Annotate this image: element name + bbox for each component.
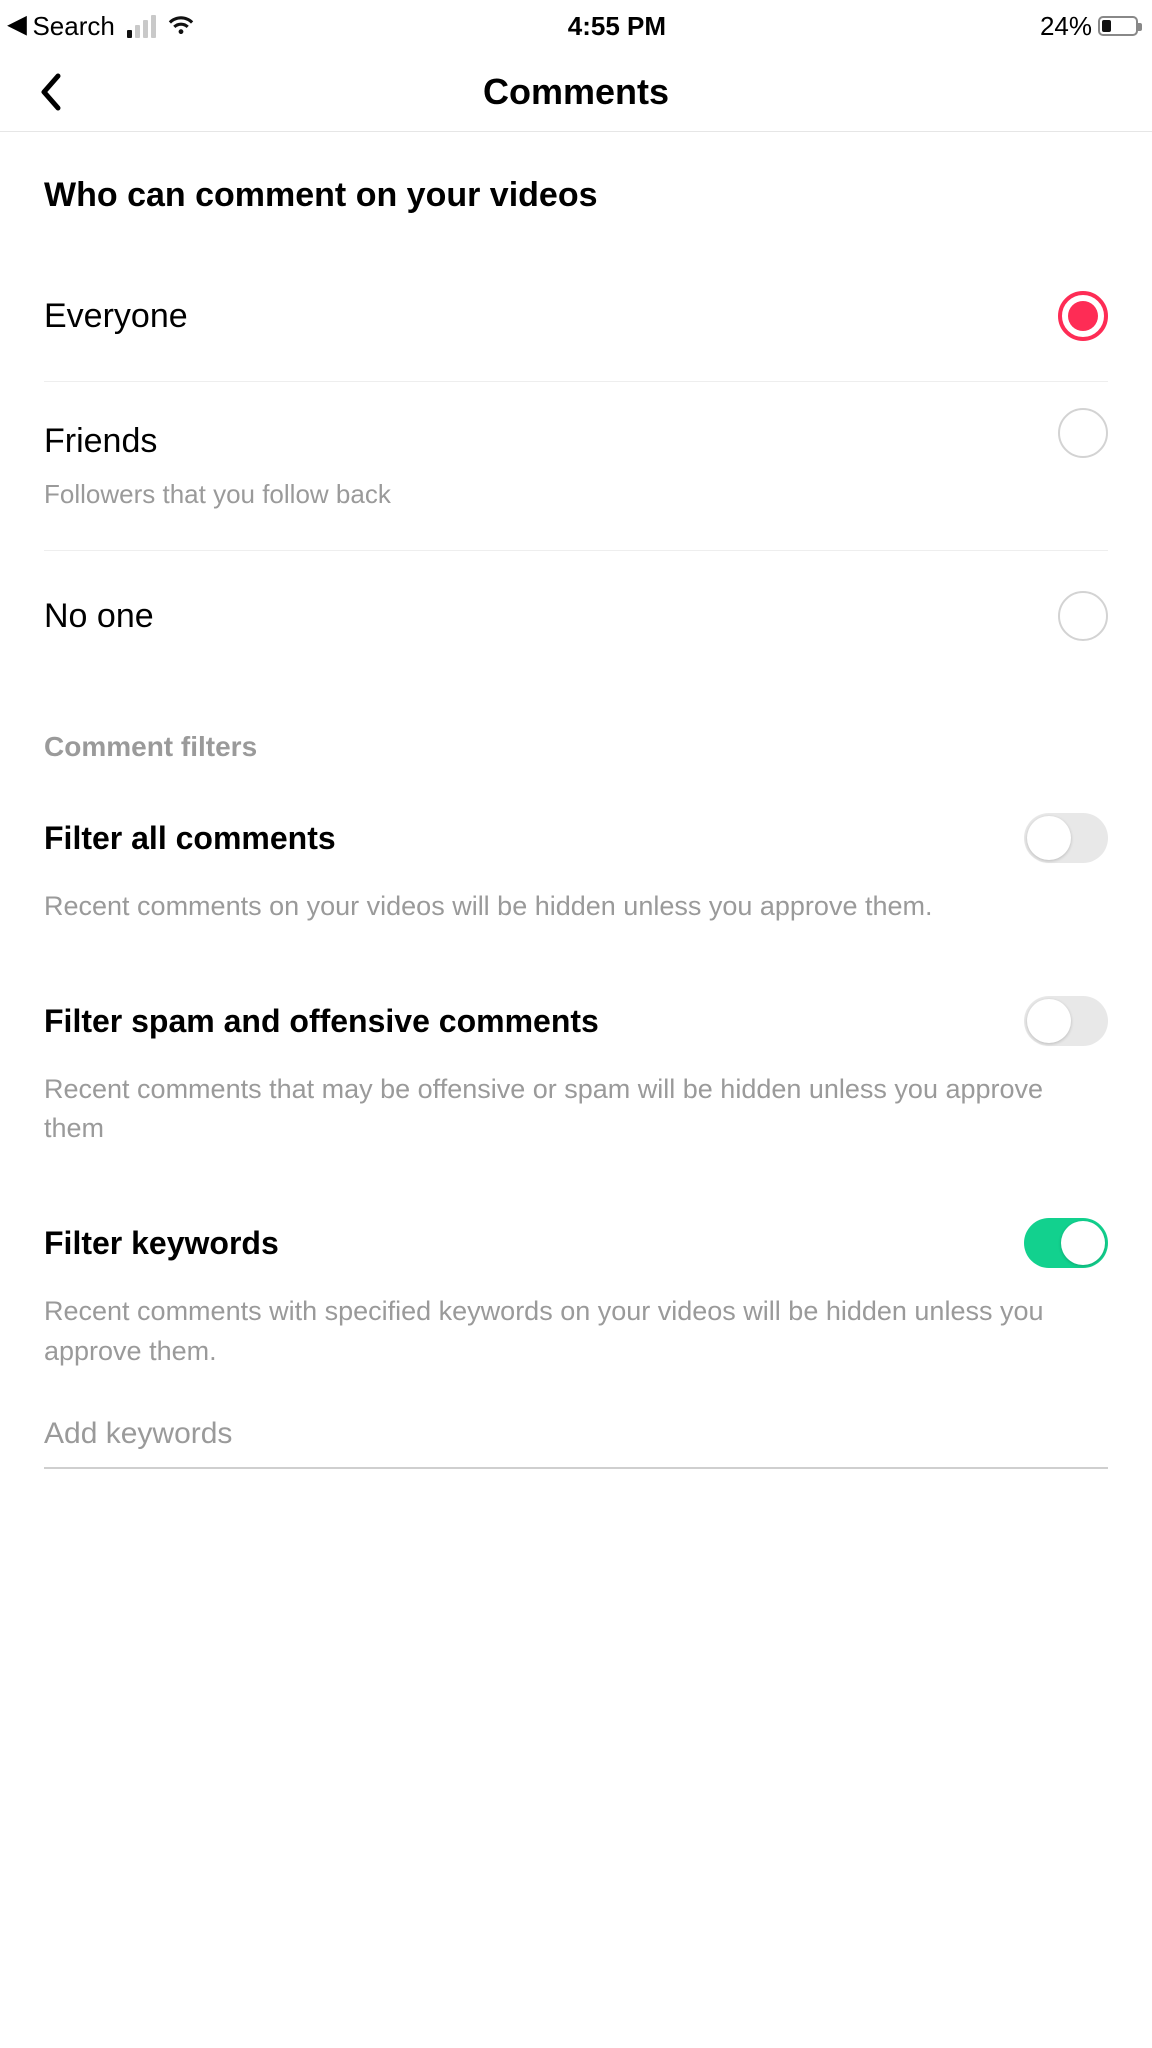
radio-option-no-one[interactable]: No one bbox=[44, 551, 1108, 671]
battery-icon bbox=[1098, 16, 1138, 36]
section-title-who-can-comment: Who can comment on your videos bbox=[0, 132, 1152, 245]
chevron-left-icon bbox=[38, 72, 62, 112]
radio-label: Friends bbox=[44, 422, 391, 461]
cellular-signal-icon bbox=[127, 15, 156, 38]
battery-percent: 24% bbox=[1040, 11, 1092, 42]
toggle-description: Recent comments on your videos will be h… bbox=[44, 887, 1108, 926]
toggle-row-filter-keywords: Filter keywords Recent comments with spe… bbox=[0, 1148, 1152, 1370]
add-keywords-input[interactable]: Add keywords bbox=[44, 1417, 1108, 1469]
nav-header: Comments bbox=[0, 52, 1152, 132]
status-right: 24% bbox=[1040, 11, 1138, 42]
radio-indicator bbox=[1058, 591, 1108, 641]
radio-label: No one bbox=[44, 597, 154, 636]
toggle-label: Filter all comments bbox=[44, 820, 336, 857]
toggle-label: Filter keywords bbox=[44, 1225, 279, 1262]
back-to-app-label[interactable]: Search bbox=[32, 11, 114, 42]
section-title-comment-filters: Comment filters bbox=[0, 691, 1152, 773]
toggle-row-filter-spam: Filter spam and offensive comments Recen… bbox=[0, 926, 1152, 1148]
toggle-filter-keywords[interactable] bbox=[1024, 1218, 1108, 1268]
status-bar: ◀ Search 4:55 PM 24% bbox=[0, 0, 1152, 52]
add-keywords-placeholder: Add keywords bbox=[44, 1417, 232, 1450]
radio-option-friends[interactable]: Friends Followers that you follow back bbox=[44, 382, 1108, 551]
wifi-icon bbox=[168, 11, 194, 42]
radio-indicator bbox=[1058, 291, 1108, 341]
back-button[interactable] bbox=[30, 72, 70, 112]
back-to-app-caret-icon[interactable]: ◀ bbox=[8, 13, 26, 37]
toggle-label: Filter spam and offensive comments bbox=[44, 1003, 599, 1040]
radio-group-who-can-comment: Everyone Friends Followers that you foll… bbox=[0, 245, 1152, 691]
toggle-description: Recent comments with specified keywords … bbox=[44, 1292, 1108, 1370]
radio-option-everyone[interactable]: Everyone bbox=[44, 245, 1108, 382]
toggle-filter-spam[interactable] bbox=[1024, 996, 1108, 1046]
page-title: Comments bbox=[483, 71, 669, 113]
status-time: 4:55 PM bbox=[568, 11, 666, 42]
status-left: ◀ Search bbox=[8, 11, 194, 42]
toggle-filter-all[interactable] bbox=[1024, 813, 1108, 863]
radio-sublabel: Followers that you follow back bbox=[44, 479, 391, 510]
radio-label: Everyone bbox=[44, 297, 188, 336]
toggle-row-filter-all: Filter all comments Recent comments on y… bbox=[0, 773, 1152, 926]
radio-indicator bbox=[1058, 408, 1108, 458]
toggle-description: Recent comments that may be offensive or… bbox=[44, 1070, 1108, 1148]
